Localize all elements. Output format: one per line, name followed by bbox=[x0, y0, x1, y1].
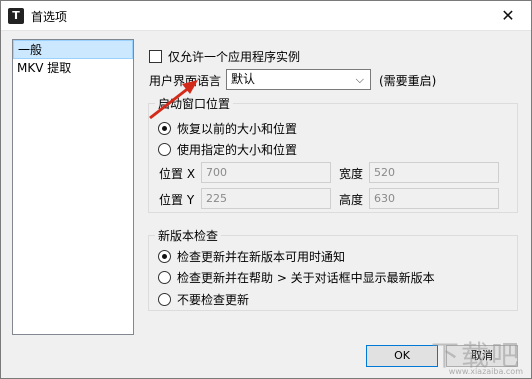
use-specified-label: 使用指定的大小和位置 bbox=[177, 143, 298, 157]
pos-x-field[interactable]: 700 bbox=[201, 162, 331, 183]
pos-x-value: 700 bbox=[206, 166, 227, 179]
sidebar-item-mkv-extract[interactable]: MKV 提取 bbox=[13, 59, 133, 78]
pos-y-label: 位置 Y bbox=[159, 193, 195, 207]
width-field[interactable]: 520 bbox=[369, 162, 499, 183]
restart-note-row: (需要重启) bbox=[379, 72, 436, 89]
update-about-radio[interactable] bbox=[158, 271, 171, 284]
ui-language-row: 用户界面语言 bbox=[149, 72, 221, 89]
update-notify-option[interactable]: 检查更新并在新版本可用时通知 bbox=[158, 248, 345, 265]
height-label: 高度 bbox=[339, 193, 364, 207]
window-title: 首选项 bbox=[31, 10, 68, 24]
use-specified-radio[interactable] bbox=[158, 143, 171, 156]
app-icon: T bbox=[8, 8, 24, 24]
no-update-label: 不要检查更新 bbox=[177, 293, 250, 307]
close-icon: ✕ bbox=[501, 6, 515, 25]
width-value: 520 bbox=[374, 166, 395, 179]
restore-previous-radio[interactable] bbox=[158, 122, 171, 135]
ui-language-value: 默认 bbox=[231, 72, 256, 86]
chevron-down-icon: ⌵ bbox=[355, 73, 364, 86]
startup-position-title: 启动窗口位置 bbox=[155, 95, 234, 112]
sidebar-item-general[interactable]: 一般 bbox=[13, 40, 133, 59]
restore-previous-option[interactable]: 恢复以前的大小和位置 bbox=[158, 120, 297, 137]
sidebar-item-label: MKV 提取 bbox=[17, 61, 72, 75]
update-about-option[interactable]: 检查更新并在帮助 > 关于对话框中显示最新版本 bbox=[158, 269, 435, 286]
pos-x-label: 位置 X bbox=[159, 167, 196, 181]
pos-y-value: 225 bbox=[206, 192, 227, 205]
ok-button[interactable]: OK bbox=[366, 345, 438, 367]
single-instance-row[interactable]: 仅允许一个应用程序实例 bbox=[149, 48, 300, 65]
update-check-title: 新版本检查 bbox=[155, 227, 222, 244]
restore-previous-label: 恢复以前的大小和位置 bbox=[177, 122, 298, 136]
title-bar[interactable]: T 首选项 ✕ bbox=[1, 1, 531, 31]
pos-y-field[interactable]: 225 bbox=[201, 188, 331, 209]
use-specified-option[interactable]: 使用指定的大小和位置 bbox=[158, 141, 297, 158]
update-about-label: 检查更新并在帮助 > 关于对话框中显示最新版本 bbox=[177, 271, 435, 285]
update-notify-label: 检查更新并在新版本可用时通知 bbox=[177, 250, 346, 264]
watermark-url: www.xiazaiba.com bbox=[448, 367, 523, 376]
width-label: 宽度 bbox=[339, 167, 364, 181]
no-update-option[interactable]: 不要检查更新 bbox=[158, 291, 249, 308]
ui-language-select[interactable]: 默认 ⌵ bbox=[226, 69, 371, 90]
no-update-radio[interactable] bbox=[158, 293, 171, 306]
sidebar: 一般 MKV 提取 bbox=[12, 39, 134, 335]
preferences-window: T 首选项 ✕ 一般 MKV 提取 仅允许一个应用程序实例 用户界面语言 默认 … bbox=[0, 0, 532, 379]
height-value: 630 bbox=[374, 192, 395, 205]
ui-language-label: 用户界面语言 bbox=[149, 74, 222, 88]
height-field[interactable]: 630 bbox=[369, 188, 499, 209]
single-instance-label: 仅允许一个应用程序实例 bbox=[168, 50, 301, 64]
close-button[interactable]: ✕ bbox=[485, 1, 531, 31]
restart-note: (需要重启) bbox=[379, 74, 437, 88]
single-instance-checkbox[interactable] bbox=[149, 50, 162, 63]
update-notify-radio[interactable] bbox=[158, 250, 171, 263]
sidebar-item-label: 一般 bbox=[18, 43, 43, 57]
